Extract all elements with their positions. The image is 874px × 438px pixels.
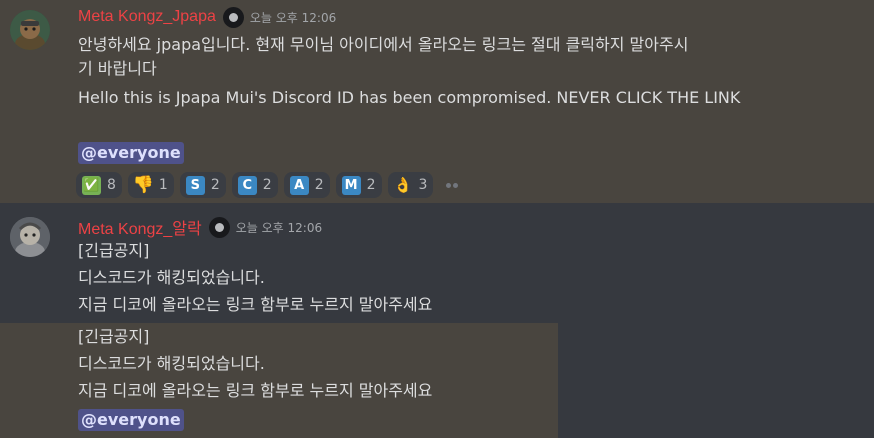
server-badge-icon[interactable] [208,216,230,238]
letter-a-icon: A [289,175,309,195]
reaction-letter-c[interactable]: C 2 [231,172,278,198]
reaction-count: 3 [418,177,428,193]
message-allak: Meta Kongz_알락 오늘 오후 12:06 [긴급공지] 디스코드가 해… [0,203,874,323]
message-text: 디스코드가 해킹되었습니다. [78,354,265,373]
reaction-count: 2 [366,177,376,193]
reaction-ok-hand[interactable]: 👌 3 [387,172,434,198]
reaction-letter-m[interactable]: M 2 [335,172,382,198]
everyone-mention[interactable]: @everyone [78,142,184,164]
message-jpapa: Meta Kongz_Jpapa 오늘 오후 12:06 안녕하세요 jpapa… [0,0,874,203]
message-text: [긴급공지] [78,241,150,260]
reaction-check[interactable]: ✅ 8 [76,172,122,198]
username[interactable]: Meta Kongz_알락 [78,215,202,239]
reaction-letter-a[interactable]: A 2 [283,172,330,198]
message-header: Meta Kongz_Jpapa 오늘 오후 12:06 [78,5,336,29]
timestamp: 오늘 오후 12:06 [235,220,323,235]
reactions-bar: ✅ 8 👎 1 S 2 C 2 A 2 M 2 👌 3 [76,172,461,198]
reaction-count: 1 [158,177,168,193]
timestamp: 오늘 오후 12:06 [249,10,337,25]
reaction-count: 2 [314,177,324,193]
avatar[interactable] [10,217,50,257]
letter-s-icon: S [185,175,205,195]
reaction-count: 8 [107,177,116,193]
message-text: 지금 디코에 올라오는 링크 함부로 누르지 말아주세요 [78,295,433,314]
message-text: [긴급공지] [78,327,150,346]
message-text: 디스코드가 해킹되었습니다. [78,268,265,287]
reaction-thumbs-down[interactable]: 👎 1 [127,172,174,198]
reaction-letter-s[interactable]: S 2 [179,172,226,198]
message-continuation: [긴급공지] 디스코드가 해킹되었습니다. 지금 디코에 올라오는 링크 함부로… [0,323,558,438]
username[interactable]: Meta Kongz_Jpapa [78,8,216,26]
message-text: 안녕하세요 jpapa입니다. 현재 무이님 아이디에서 올라오는 링크는 절대… [78,35,689,54]
message-text: 기 바랍니다 [78,59,157,78]
check-icon: ✅ [82,175,101,195]
reaction-count: 2 [210,177,220,193]
thumbs-down-icon: 👎 [132,175,155,195]
message-text: 지금 디코에 올라오는 링크 함부로 누르지 말아주세요 [78,381,433,400]
everyone-mention[interactable]: @everyone [78,409,184,431]
message-text: Hello this is Jpapa Mui's Discord ID has… [78,88,741,107]
letter-m-icon: M [341,175,361,195]
reaction-count: 2 [262,177,272,193]
ok-hand-icon: 👌 [393,176,413,194]
server-badge-icon[interactable] [222,6,244,28]
avatar[interactable] [10,10,50,50]
add-reaction-icon[interactable] [443,180,461,190]
message-header: Meta Kongz_알락 오늘 오후 12:06 [78,215,322,239]
letter-c-icon: C [237,175,257,195]
